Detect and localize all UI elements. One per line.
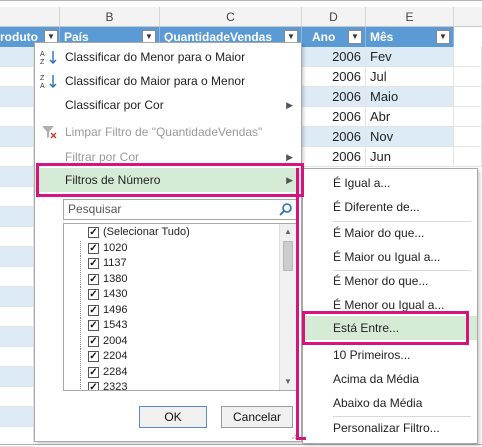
list-item-label: 1543 (103, 319, 128, 331)
scrollbar-thumb[interactable] (283, 241, 293, 271)
column-header-b[interactable]: B (60, 7, 160, 27)
cell-ano[interactable]: 2006 (302, 127, 366, 147)
column-header-c[interactable]: C (160, 7, 302, 27)
values-checklist: ✓ (Selecionar Tudo) ✓ 1020 ✓ 1137 ✓ 1380… (63, 223, 297, 391)
checkbox-checked-icon[interactable]: ✓ (88, 227, 99, 238)
autofilter-dropdown: A Z Classificar do Menor para o Maior Z … (34, 42, 302, 442)
checkbox-checked-icon[interactable]: ✓ (88, 304, 99, 316)
header-mes-label: Mês (370, 30, 394, 44)
checkbox-checked-icon[interactable]: ✓ (88, 273, 99, 285)
list-item-label: 1020 (103, 241, 128, 254)
filter-not-equals-item[interactable]: É Diferente de... (303, 195, 477, 219)
svg-text:A: A (40, 83, 45, 89)
list-item-label: 1430 (103, 288, 128, 300)
filter-custom-item[interactable]: Personalizar Filtro... (303, 416, 477, 440)
cell-ano[interactable]: 2006 (302, 107, 366, 127)
sort-ascending-item[interactable]: A Z Classificar do Menor para o Maior (35, 45, 301, 69)
scroll-down-icon[interactable]: ▼ (280, 374, 296, 390)
filter-top10-item[interactable]: 10 Primeiros... (303, 343, 477, 367)
filter-dropdown-ano-icon[interactable]: ▼ (348, 30, 362, 44)
cell-mes[interactable]: Jun (366, 147, 454, 167)
filter-by-color-item[interactable]: Filtrar por Cor ▶ (35, 145, 301, 169)
sort-descending-item[interactable]: Z A Classificar do Maior para o Menor (35, 69, 301, 93)
filter-above-average-item[interactable]: Acima da Média (303, 367, 477, 391)
cell-ano[interactable]: 2006 (302, 47, 366, 67)
sort-ascending-label: Classificar do Menor para o Maior (65, 50, 246, 64)
column-header-d[interactable]: D (302, 7, 366, 27)
column-header-f[interactable] (454, 7, 482, 27)
list-item-label: 2204 (103, 350, 128, 362)
checkbox-checked-icon[interactable]: ✓ (88, 289, 99, 300)
svg-text:A: A (40, 51, 45, 58)
filter-equals-item[interactable]: É Igual a... (303, 171, 477, 195)
search-field[interactable]: Pesquisar (63, 199, 297, 220)
filter-less-equal-item[interactable]: É Menor ou Igual a... (303, 293, 477, 317)
header-ano-label: Ano (312, 30, 336, 44)
resize-grip-icon[interactable] (291, 431, 299, 439)
header-cell-mes: Mês ▼ (366, 27, 454, 47)
filter-greater-equal-item[interactable]: É Maior ou Igual a... (303, 245, 477, 269)
list-scrollbar[interactable]: ▲ ▼ (279, 224, 296, 390)
sort-ascending-icon: A Z (40, 51, 57, 65)
scroll-up-icon[interactable]: ▲ (280, 224, 296, 240)
submenu-arrow-icon: ▶ (286, 100, 293, 110)
checkbox-checked-icon[interactable]: ✓ (88, 258, 99, 269)
number-filters-item[interactable]: Filtros de Número ▶ (35, 168, 301, 192)
filter-between-item[interactable]: Está Entre... (303, 316, 477, 340)
cell-ano[interactable]: 2006 (302, 147, 366, 167)
svg-text:Z: Z (40, 59, 45, 65)
cell-ano[interactable]: 2006 (302, 67, 366, 87)
sort-by-color-label: Classificar por Cor (65, 98, 164, 112)
cell-mes[interactable]: Nov (366, 127, 454, 147)
submenu-arrow-icon: ▶ (286, 175, 293, 185)
clear-filter-label: Limpar Filtro de "QuantidadeVendas" (65, 125, 263, 139)
clear-filter-item[interactable]: Limpar Filtro de "QuantidadeVendas" (35, 120, 301, 144)
svg-text:Z: Z (40, 75, 45, 82)
search-icon[interactable] (278, 202, 293, 217)
ok-button[interactable]: OK (139, 406, 207, 428)
cell-mes[interactable]: Fev (366, 47, 454, 67)
sort-descending-icon: Z A (40, 75, 57, 89)
filter-greater-item[interactable]: É Maior do que... (303, 221, 477, 245)
list-item-label: 1380 (103, 272, 128, 285)
header-produto-label: roduto (0, 30, 38, 44)
sort-descending-label: Classificar do Maior para o Menor (65, 74, 246, 88)
list-item-label: 2323 (103, 381, 128, 391)
list-item-label: 2004 (103, 334, 128, 347)
checkbox-checked-icon[interactable]: ✓ (88, 320, 99, 331)
clear-filter-icon (42, 126, 57, 139)
checkbox-checked-icon[interactable]: ✓ (88, 351, 99, 362)
list-item-label: (Selecionar Tudo) (103, 226, 190, 238)
search-placeholder: Pesquisar (68, 202, 122, 216)
checkbox-checked-icon[interactable]: ✓ (88, 382, 99, 390)
filter-below-average-item[interactable]: Abaixo da Média (303, 391, 477, 415)
filter-dropdown-mes-icon[interactable]: ▼ (436, 30, 450, 44)
number-filters-label: Filtros de Número (65, 173, 161, 187)
cancel-button[interactable]: Cancelar (221, 406, 293, 428)
cell-ano[interactable]: 2006 (302, 87, 366, 107)
checkbox-checked-icon[interactable]: ✓ (88, 366, 99, 378)
column-header-e[interactable]: E (366, 7, 454, 27)
cell-mes[interactable]: Abr (366, 107, 454, 127)
list-item-label: 1137 (103, 257, 127, 269)
sort-by-color-item[interactable]: Classificar por Cor ▶ (35, 93, 301, 117)
checkbox-checked-icon[interactable]: ✓ (88, 335, 99, 347)
number-filters-submenu: É Igual a... É Diferente de... É Maior d… (302, 168, 478, 444)
submenu-arrow-icon: ▶ (286, 152, 293, 162)
list-item-label: 1496 (103, 303, 128, 316)
filter-by-color-label: Filtrar por Cor (65, 150, 140, 164)
filter-less-item[interactable]: É Menor do que... (303, 269, 477, 293)
checkbox-checked-icon[interactable]: ✓ (88, 242, 99, 254)
column-header-a[interactable] (0, 7, 60, 27)
list-item-label: 2284 (103, 365, 128, 378)
cell-mes[interactable]: Maio (366, 87, 454, 107)
header-cell-ano: Ano ▼ (302, 27, 366, 47)
cell-mes[interactable]: Jul (366, 67, 454, 87)
